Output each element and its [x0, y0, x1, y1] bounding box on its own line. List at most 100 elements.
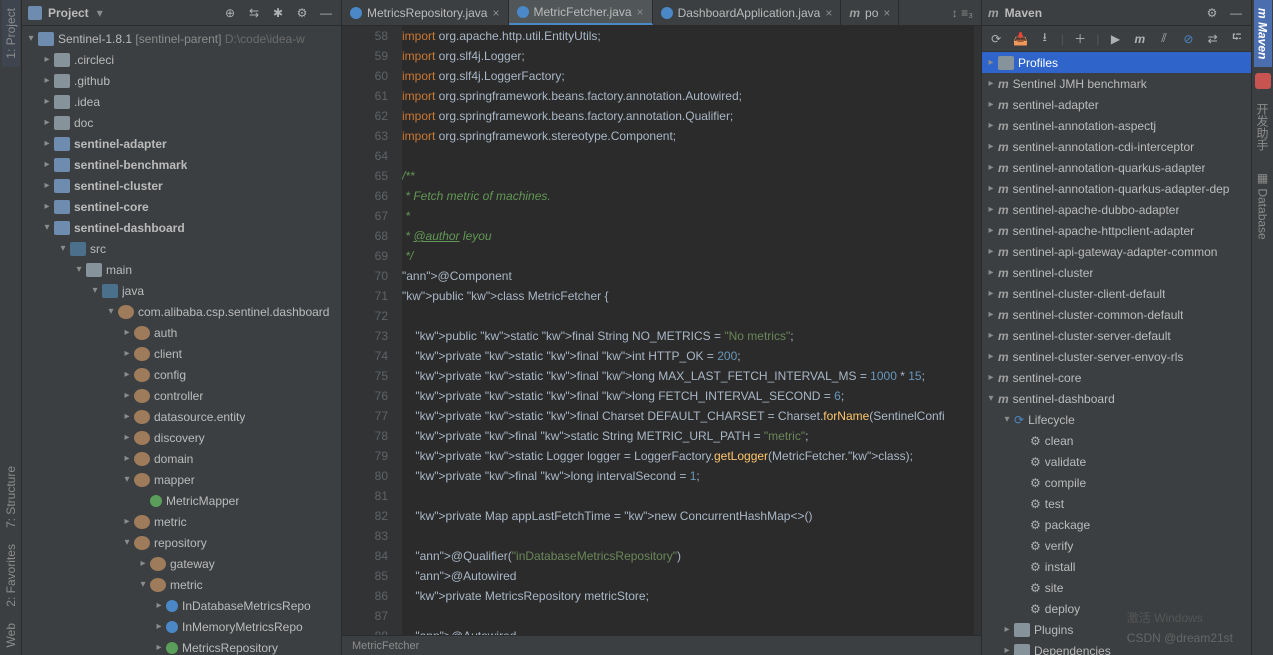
twisty-icon[interactable]: ▸: [122, 432, 132, 443]
project-tree[interactable]: ▾Sentinel-1.8.1 [sentinel-parent] D:\cod…: [22, 26, 341, 655]
twisty-icon[interactable]: ▸: [42, 180, 52, 191]
twisty-icon[interactable]: ▾: [106, 306, 116, 317]
code-content[interactable]: import org.apache.http.util.EntityUtils;…: [402, 26, 981, 635]
tree-row[interactable]: ▸InDatabaseMetricsRepo: [22, 595, 341, 616]
maven-tree-row[interactable]: ▸mSentinel JMH benchmark: [982, 73, 1251, 94]
twisty-icon[interactable]: ▸: [122, 516, 132, 527]
twisty-icon[interactable]: ▸: [986, 267, 996, 278]
twisty-icon[interactable]: ▾: [90, 285, 100, 296]
maven-settings-icon[interactable]: ⚙: [1203, 4, 1221, 22]
maven-tree-row[interactable]: ▸msentinel-annotation-quarkus-adapter: [982, 157, 1251, 178]
twisty-icon[interactable]: ▾: [122, 537, 132, 548]
twisty-icon[interactable]: ▸: [986, 162, 996, 173]
twisty-icon[interactable]: ▾: [74, 264, 84, 275]
twisty-icon[interactable]: ▸: [138, 558, 148, 569]
maven-tree-row[interactable]: ▸msentinel-cluster-server-envoy-rls: [982, 346, 1251, 367]
twisty-icon[interactable]: ▸: [122, 411, 132, 422]
maven-hide-icon[interactable]: —: [1227, 4, 1245, 22]
tree-row[interactable]: ▸metric: [22, 511, 341, 532]
twisty-icon[interactable]: ▸: [154, 621, 164, 632]
maven-tree-row[interactable]: ▾msentinel-dashboard: [982, 388, 1251, 409]
twisty-icon[interactable]: ▸: [122, 327, 132, 338]
twisty-icon[interactable]: ▸: [1002, 645, 1012, 655]
collapse-icon[interactable]: ⇆: [245, 4, 263, 22]
code-editor[interactable]: 5859606162636465666768697071727374757677…: [342, 26, 981, 635]
tree-row[interactable]: ▸client: [22, 343, 341, 364]
maven-tree[interactable]: ▸Profiles▸mSentinel JMH benchmark▸msenti…: [982, 52, 1251, 655]
twisty-icon[interactable]: ▸: [42, 75, 52, 86]
twisty-icon[interactable]: ▾: [1002, 414, 1012, 425]
run-icon[interactable]: ▶: [1107, 30, 1123, 48]
maven-tree-row[interactable]: ▸msentinel-annotation-aspectj: [982, 115, 1251, 136]
web-tool-tab[interactable]: Web: [2, 615, 20, 655]
more-tabs[interactable]: ↕ ≡₃: [944, 0, 981, 25]
helper-icon[interactable]: [1255, 73, 1271, 89]
maven-tree-row[interactable]: ⚙validate: [982, 451, 1251, 472]
twisty-icon[interactable]: ▸: [986, 330, 996, 341]
tree-row[interactable]: ▾java: [22, 280, 341, 301]
close-icon[interactable]: ×: [883, 6, 890, 20]
twisty-icon[interactable]: ▸: [986, 141, 996, 152]
twisty-icon[interactable]: ▸: [986, 99, 996, 110]
toggle-offline-icon[interactable]: ⫽: [1156, 30, 1172, 48]
twisty-icon[interactable]: ▸: [986, 120, 996, 131]
twisty-icon[interactable]: ▸: [122, 369, 132, 380]
tree-row[interactable]: ▸datasource.entity: [22, 406, 341, 427]
tree-row[interactable]: ▸gateway: [22, 553, 341, 574]
editor-tab[interactable]: MetricsRepository.java×: [342, 0, 509, 25]
collapse-all-icon[interactable]: ⮓: [1229, 30, 1245, 48]
project-view-dropdown[interactable]: ▾: [97, 6, 103, 20]
favorites-tool-tab[interactable]: 2: Favorites: [2, 536, 20, 615]
twisty-icon[interactable]: ▾: [138, 579, 148, 590]
tree-row[interactable]: ▾src: [22, 238, 341, 259]
maven-tree-row[interactable]: ⚙test: [982, 493, 1251, 514]
tree-row[interactable]: ▾mapper: [22, 469, 341, 490]
tree-row[interactable]: ▸sentinel-cluster: [22, 175, 341, 196]
maven-tree-row[interactable]: ⚙install: [982, 556, 1251, 577]
twisty-icon[interactable]: ▾: [122, 474, 132, 485]
twisty-icon[interactable]: ▸: [1002, 624, 1012, 635]
twisty-icon[interactable]: ▾: [26, 33, 36, 44]
maven-tree-row[interactable]: ⚙package: [982, 514, 1251, 535]
maven-tree-row[interactable]: ▸msentinel-api-gateway-adapter-common: [982, 241, 1251, 262]
twisty-icon[interactable]: ▸: [42, 96, 52, 107]
twisty-icon[interactable]: ▸: [122, 348, 132, 359]
execute-goal-icon[interactable]: m: [1132, 30, 1148, 48]
twisty-icon[interactable]: ▸: [986, 309, 996, 320]
tree-row[interactable]: ▸sentinel-core: [22, 196, 341, 217]
maven-tree-row[interactable]: ▸msentinel-adapter: [982, 94, 1251, 115]
twisty-icon[interactable]: ▸: [42, 117, 52, 128]
maven-tool-tab[interactable]: m Maven: [1254, 0, 1272, 67]
tree-row[interactable]: MetricMapper: [22, 490, 341, 511]
tree-row[interactable]: ▸.idea: [22, 91, 341, 112]
tree-row[interactable]: ▸.github: [22, 70, 341, 91]
editor-tab[interactable]: MetricFetcher.java×: [509, 0, 653, 25]
structure-tool-tab[interactable]: 7: Structure: [2, 458, 20, 536]
twisty-icon[interactable]: ▸: [122, 453, 132, 464]
twisty-icon[interactable]: ▾: [986, 393, 996, 404]
twisty-icon[interactable]: ▸: [42, 138, 52, 149]
hide-icon[interactable]: —: [317, 4, 335, 22]
tree-row[interactable]: ▸auth: [22, 322, 341, 343]
maven-tree-row[interactable]: ▸msentinel-annotation-cdi-interceptor: [982, 136, 1251, 157]
maven-tree-row[interactable]: ▸msentinel-apache-dubbo-adapter: [982, 199, 1251, 220]
close-icon[interactable]: ×: [637, 5, 644, 19]
locate-icon[interactable]: ⊕: [221, 4, 239, 22]
twisty-icon[interactable]: ▸: [986, 288, 996, 299]
twisty-icon[interactable]: ▸: [986, 204, 996, 215]
maven-tree-row[interactable]: ⚙clean: [982, 430, 1251, 451]
maven-tree-row[interactable]: ▸msentinel-apache-httpclient-adapter: [982, 220, 1251, 241]
database-tool-tab[interactable]: ▦ Database: [1254, 163, 1272, 248]
tree-row[interactable]: ▸.circleci: [22, 49, 341, 70]
twisty-icon[interactable]: ▸: [986, 78, 996, 89]
breadcrumb[interactable]: MetricFetcher: [342, 635, 981, 655]
twisty-icon[interactable]: ▸: [986, 351, 996, 362]
tree-row[interactable]: ▸InMemoryMetricsRepo: [22, 616, 341, 637]
maven-tree-row[interactable]: ▾⟳Lifecycle: [982, 409, 1251, 430]
twisty-icon[interactable]: ▸: [42, 159, 52, 170]
settings-icon[interactable]: ✱: [269, 4, 287, 22]
twisty-icon[interactable]: ▸: [986, 225, 996, 236]
gear-icon[interactable]: ⚙: [293, 4, 311, 22]
maven-tree-row[interactable]: ⚙site: [982, 577, 1251, 598]
download-icon[interactable]: ⭳: [1037, 30, 1053, 48]
